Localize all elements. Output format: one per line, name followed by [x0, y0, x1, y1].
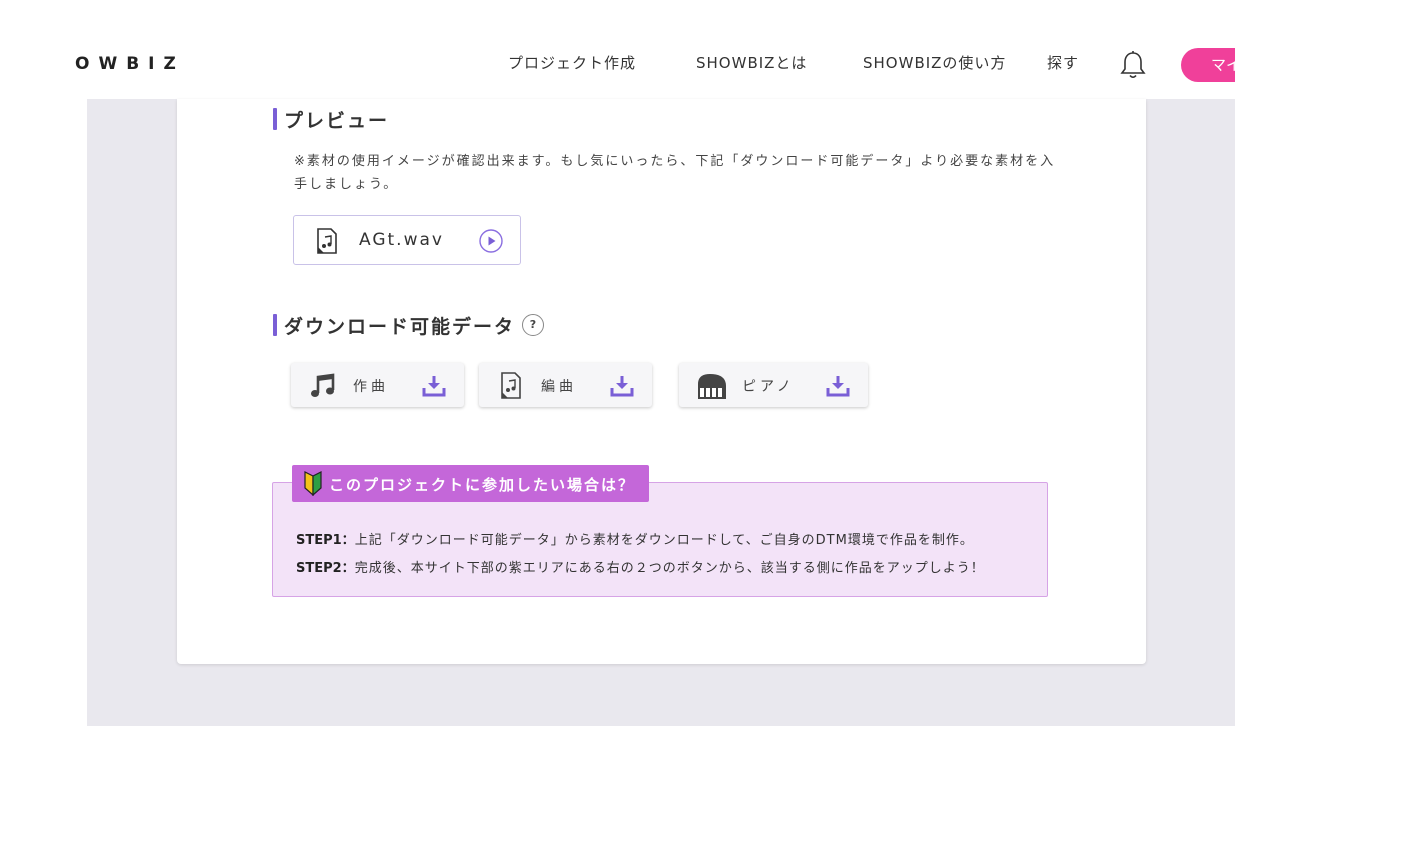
download-icon: [610, 376, 634, 397]
section-marker: [273, 314, 277, 336]
participation-title: このプロジェクトに参加したい場合は？: [329, 476, 636, 494]
download-arrangement-button[interactable]: 編曲: [479, 363, 652, 407]
my-page-button[interactable]: マイ: [1181, 48, 1235, 82]
preview-title: プレビュー: [284, 110, 390, 132]
step1-label: STEP1：: [296, 533, 355, 548]
site-logo[interactable]: OWBIZ: [75, 54, 185, 74]
download-label: 作曲: [353, 379, 389, 395]
beginner-mark-icon: [304, 471, 322, 496]
download-label: 編曲: [541, 379, 577, 395]
audio-file-icon: [317, 228, 337, 254]
step2-label: STEP2：: [296, 561, 355, 576]
site-header: OWBIZ プロジェクト作成 SHOWBIZとは SHOWBIZの使い方 探す …: [0, 0, 1235, 99]
participation-tag: このプロジェクトに参加したい場合は？: [292, 465, 649, 502]
score-file-icon: [501, 372, 521, 399]
download-label: ピアノ: [742, 379, 795, 395]
download-icon: [422, 376, 446, 397]
preview-note: ※素材の使用イメージが確認出来ます。もし気にいったら、下記「ダウンロード可能デー…: [294, 154, 1056, 192]
audio-file-name: AGt.wav: [359, 230, 444, 250]
nav-about[interactable]: SHOWBIZとは: [696, 52, 807, 73]
step1: STEP1：上記「ダウンロード可能データ」から素材をダウンロードして、ご自身のD…: [296, 529, 974, 548]
step2: STEP2：完成後、本サイト下部の紫エリアにある右の２つのボタンから、該当する側…: [296, 557, 985, 576]
nav-how-to[interactable]: SHOWBIZの使い方: [863, 52, 1006, 73]
downloads-title: ダウンロード可能データ: [284, 316, 516, 338]
download-piano-button[interactable]: ピアノ: [679, 363, 868, 407]
nav-create-project[interactable]: プロジェクト作成: [508, 52, 636, 73]
piano-icon: [698, 374, 726, 399]
music-note-icon: [311, 373, 335, 397]
download-icon: [826, 376, 850, 397]
bell-icon[interactable]: [1119, 50, 1147, 80]
section-marker: [273, 108, 277, 130]
nav-search[interactable]: 探す: [1047, 52, 1079, 73]
download-composition-button[interactable]: 作曲: [291, 363, 464, 407]
step2-text: 完成後、本サイト下部の紫エリアにある右の２つのボタンから、該当する側に作品をアッ…: [354, 561, 985, 576]
audio-preview-box[interactable]: AGt.wav: [293, 215, 521, 265]
help-icon[interactable]: ?: [522, 314, 544, 336]
play-icon[interactable]: [479, 229, 503, 253]
step1-text: 上記「ダウンロード可能データ」から素材をダウンロードして、ご自身のDTM環境で作…: [354, 533, 974, 548]
